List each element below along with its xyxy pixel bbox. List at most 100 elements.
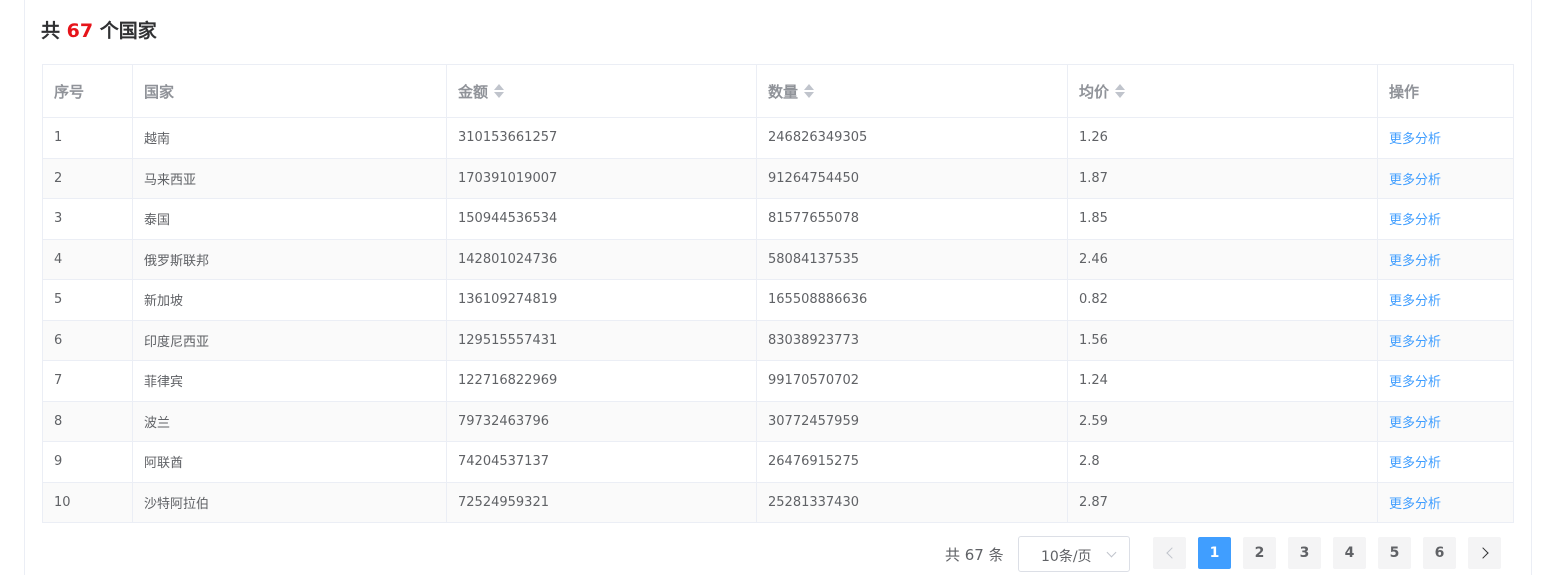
- table-row: 9 阿联酋 74204537137 26476915275 2.8 更多分析: [42, 441, 1514, 483]
- more-analysis-link[interactable]: 更多分析: [1389, 497, 1441, 512]
- more-analysis-link[interactable]: 更多分析: [1389, 132, 1441, 147]
- column-header-country: 国家: [132, 64, 447, 118]
- cell-quantity: 91264754450: [756, 157, 1068, 199]
- cell-action: 更多分析: [1377, 319, 1514, 361]
- page-button-4[interactable]: 4: [1333, 537, 1366, 569]
- more-analysis-link[interactable]: 更多分析: [1389, 335, 1441, 350]
- cell-action: 更多分析: [1377, 400, 1514, 442]
- country-table: 序号 国家 金额 数量 均价 操作 1 越南 310153661257 2468263…: [42, 64, 1514, 523]
- cell-amount: 122716822969: [446, 360, 757, 402]
- cell-index: 7: [42, 360, 133, 402]
- cell-action: 更多分析: [1377, 117, 1514, 159]
- column-header-amount[interactable]: 金额: [446, 64, 757, 118]
- cell-amount: 72524959321: [446, 481, 757, 523]
- cell-country: 越南: [132, 117, 447, 159]
- more-analysis-link[interactable]: 更多分析: [1389, 173, 1441, 188]
- cell-quantity: 99170570702: [756, 360, 1068, 402]
- cell-country: 马来西亚: [132, 157, 447, 199]
- cell-quantity: 26476915275: [756, 441, 1068, 483]
- more-analysis-link[interactable]: 更多分析: [1389, 254, 1441, 269]
- cell-country: 阿联酋: [132, 441, 447, 483]
- page-button-3[interactable]: 3: [1288, 537, 1321, 569]
- page-button-2[interactable]: 2: [1243, 537, 1276, 569]
- cell-action: 更多分析: [1377, 360, 1514, 402]
- page-button-6[interactable]: 6: [1423, 537, 1456, 569]
- table-row: 5 新加坡 136109274819 165508886636 0.82 更多分析: [42, 279, 1514, 321]
- cell-avg-price: 2.59: [1067, 400, 1378, 442]
- cell-amount: 310153661257: [446, 117, 757, 159]
- cell-quantity: 25281337430: [756, 481, 1068, 523]
- cell-index: 4: [42, 238, 133, 280]
- cell-index: 3: [42, 198, 133, 240]
- cell-quantity: 165508886636: [756, 279, 1068, 321]
- sort-icon[interactable]: [804, 83, 815, 99]
- cell-country: 菲律宾: [132, 360, 447, 402]
- table-row: 4 俄罗斯联邦 142801024736 58084137535 2.46 更多分析: [42, 238, 1514, 280]
- page-size-value: 10条/页: [1041, 549, 1092, 565]
- prev-page-button[interactable]: [1153, 537, 1186, 569]
- country-count: 67: [66, 20, 94, 42]
- cell-avg-price: 2.8: [1067, 441, 1378, 483]
- cell-avg-price: 0.82: [1067, 279, 1378, 321]
- title-prefix: 共: [41, 20, 61, 42]
- cell-avg-price: 2.87: [1067, 481, 1378, 523]
- table-row: 7 菲律宾 122716822969 99170570702 1.24 更多分析: [42, 360, 1514, 402]
- table-row: 10 沙特阿拉伯 72524959321 25281337430 2.87 更多分析: [42, 481, 1514, 523]
- cell-index: 8: [42, 400, 133, 442]
- page-button-5[interactable]: 5: [1378, 537, 1411, 569]
- chevron-left-icon: [1165, 547, 1178, 559]
- table-header-row: 序号 国家 金额 数量 均价 操作: [42, 64, 1514, 118]
- column-header-avg-price[interactable]: 均价: [1067, 64, 1378, 118]
- cell-avg-price: 1.56: [1067, 319, 1378, 361]
- cell-amount: 150944536534: [446, 198, 757, 240]
- column-header-index: 序号: [42, 64, 133, 118]
- cell-quantity: 83038923773: [756, 319, 1068, 361]
- table-row: 3 泰国 150944536534 81577655078 1.85 更多分析: [42, 198, 1514, 240]
- cell-avg-price: 1.85: [1067, 198, 1378, 240]
- page-size-select[interactable]: 10条/页: [1018, 536, 1130, 572]
- cell-amount: 136109274819: [446, 279, 757, 321]
- cell-index: 1: [42, 117, 133, 159]
- more-analysis-link[interactable]: 更多分析: [1389, 375, 1441, 390]
- cell-index: 5: [42, 279, 133, 321]
- cell-country: 新加坡: [132, 279, 447, 321]
- cell-country: 波兰: [132, 400, 447, 442]
- table-row: 1 越南 310153661257 246826349305 1.26 更多分析: [42, 117, 1514, 159]
- more-analysis-link[interactable]: 更多分析: [1389, 213, 1441, 228]
- chevron-right-icon: [1476, 547, 1489, 559]
- table-row: 6 印度尼西亚 129515557431 83038923773 1.56 更多分析: [42, 319, 1514, 361]
- cell-quantity: 246826349305: [756, 117, 1068, 159]
- cell-avg-price: 1.26: [1067, 117, 1378, 159]
- cell-action: 更多分析: [1377, 238, 1514, 280]
- more-analysis-link[interactable]: 更多分析: [1389, 294, 1441, 309]
- title-suffix: 个国家: [99, 20, 157, 42]
- page-button-1[interactable]: 1: [1198, 537, 1231, 569]
- cell-index: 10: [42, 481, 133, 523]
- cell-country: 沙特阿拉伯: [132, 481, 447, 523]
- cell-index: 6: [42, 319, 133, 361]
- column-header-quantity[interactable]: 数量: [756, 64, 1068, 118]
- more-analysis-link[interactable]: 更多分析: [1389, 456, 1441, 471]
- cell-action: 更多分析: [1377, 198, 1514, 240]
- cell-action: 更多分析: [1377, 481, 1514, 523]
- more-analysis-link[interactable]: 更多分析: [1389, 416, 1441, 431]
- cell-amount: 170391019007: [446, 157, 757, 199]
- column-header-action: 操作: [1377, 64, 1514, 118]
- cell-country: 俄罗斯联邦: [132, 238, 447, 280]
- cell-avg-price: 2.46: [1067, 238, 1378, 280]
- sort-icon[interactable]: [494, 83, 505, 99]
- sort-icon[interactable]: [1115, 83, 1126, 99]
- pagination: 共 67 条 10条/页 1 2 3 4 5 6: [0, 536, 1552, 574]
- cell-amount: 142801024736: [446, 238, 757, 280]
- cell-index: 2: [42, 157, 133, 199]
- table-row: 2 马来西亚 170391019007 91264754450 1.87 更多分析: [42, 157, 1514, 199]
- next-page-button[interactable]: [1468, 537, 1501, 569]
- cell-action: 更多分析: [1377, 441, 1514, 483]
- cell-quantity: 30772457959: [756, 400, 1068, 442]
- cell-amount: 129515557431: [446, 319, 757, 361]
- cell-action: 更多分析: [1377, 279, 1514, 321]
- cell-country: 泰国: [132, 198, 447, 240]
- cell-action: 更多分析: [1377, 157, 1514, 199]
- cell-index: 9: [42, 441, 133, 483]
- cell-amount: 79732463796: [446, 400, 757, 442]
